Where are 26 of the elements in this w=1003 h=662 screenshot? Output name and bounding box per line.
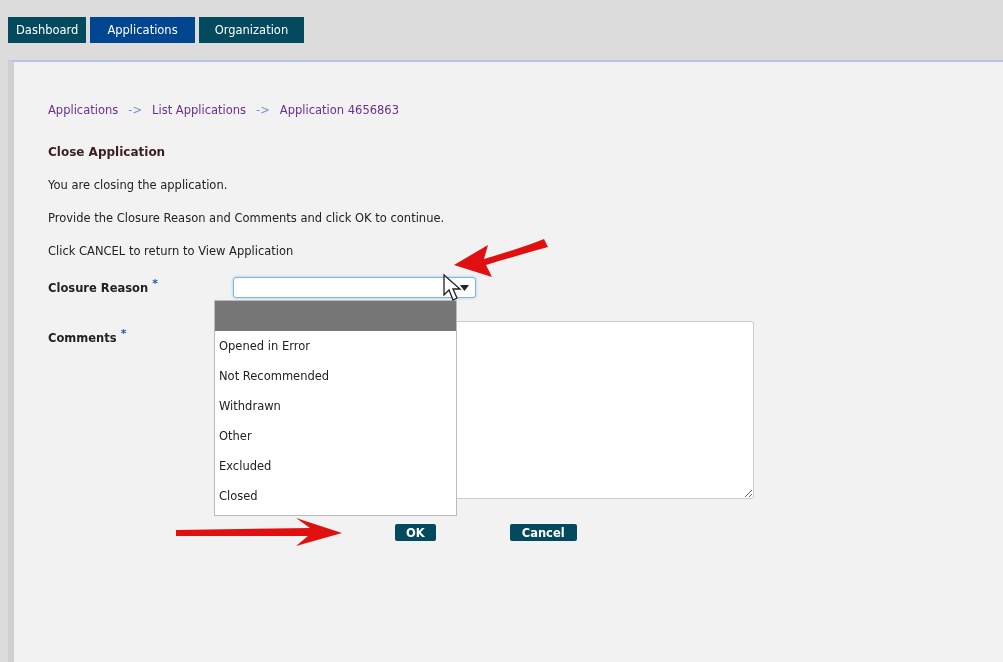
dropdown-option[interactable]: Excluded — [215, 451, 456, 481]
instruction-text: You are closing the application. — [48, 178, 229, 194]
dropdown-option[interactable]: Closed — [215, 481, 456, 511]
breadcrumb-separator: -> — [128, 103, 143, 119]
field-label: Comments — [48, 331, 117, 345]
dropdown-option[interactable]: Withdrawn — [215, 391, 456, 421]
dropdown-option[interactable]: Other — [215, 421, 456, 451]
dropdown-option[interactable]: Opened in Error — [215, 331, 456, 361]
breadcrumb-link[interactable]: Application 4656863 — [279, 103, 399, 119]
dropdown-option[interactable]: Not Recommended — [215, 361, 456, 391]
breadcrumb-separator: -> — [256, 103, 270, 119]
cancel-button[interactable]: Cancel — [509, 524, 577, 541]
required-mark: * — [152, 277, 158, 290]
nav-tab[interactable]: Applications — [90, 17, 195, 43]
caret-icon — [460, 285, 469, 291]
page-heading: Close Application — [48, 145, 167, 161]
ok-button[interactable]: OK — [395, 524, 436, 541]
breadcrumb-link[interactable]: Applications — [48, 103, 119, 119]
closure-reason-select[interactable] — [233, 277, 476, 298]
nav-tab[interactable]: Organization — [198, 17, 305, 43]
instruction-text: Click CANCEL to return to View Application — [48, 244, 295, 260]
instruction-text: Provide the Closure Reason and Comments and click OK to continue. — [48, 211, 446, 227]
field-label: Closure Reason — [48, 281, 149, 295]
required-mark: * — [120, 327, 127, 340]
nav-tab[interactable]: Dashboard — [8, 17, 87, 43]
breadcrumb-link[interactable]: List Applications — [152, 103, 247, 119]
